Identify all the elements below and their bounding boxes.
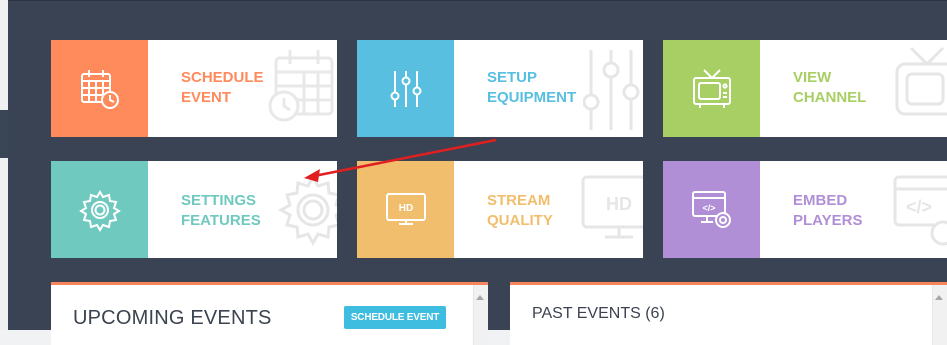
upcoming-events-card: UPCOMING EVENTS SCHEDULE EVENT [51, 282, 488, 345]
past-events-card: PAST EVENTS (6) [510, 282, 947, 345]
scroll-up-arrow-icon[interactable] [476, 295, 484, 300]
past-events-title: PAST EVENTS (6) [532, 305, 665, 322]
left-strip-band [0, 110, 8, 158]
arrow-head [304, 169, 320, 182]
arrow-shaft [313, 138, 497, 178]
annotation-arrow [304, 138, 497, 182]
dashboard-panel: SCHEDULE EVENT SETUP EQUIPMENT VIEW CHAN… [8, 0, 947, 345]
upcoming-scrollbar[interactable] [473, 285, 488, 345]
left-window-strip [0, 0, 8, 330]
scroll-up-arrow-icon[interactable] [935, 295, 943, 300]
upcoming-events-title: UPCOMING EVENTS [73, 307, 272, 329]
past-scrollbar[interactable] [932, 285, 947, 345]
schedule-event-button[interactable]: SCHEDULE EVENT [344, 306, 446, 329]
